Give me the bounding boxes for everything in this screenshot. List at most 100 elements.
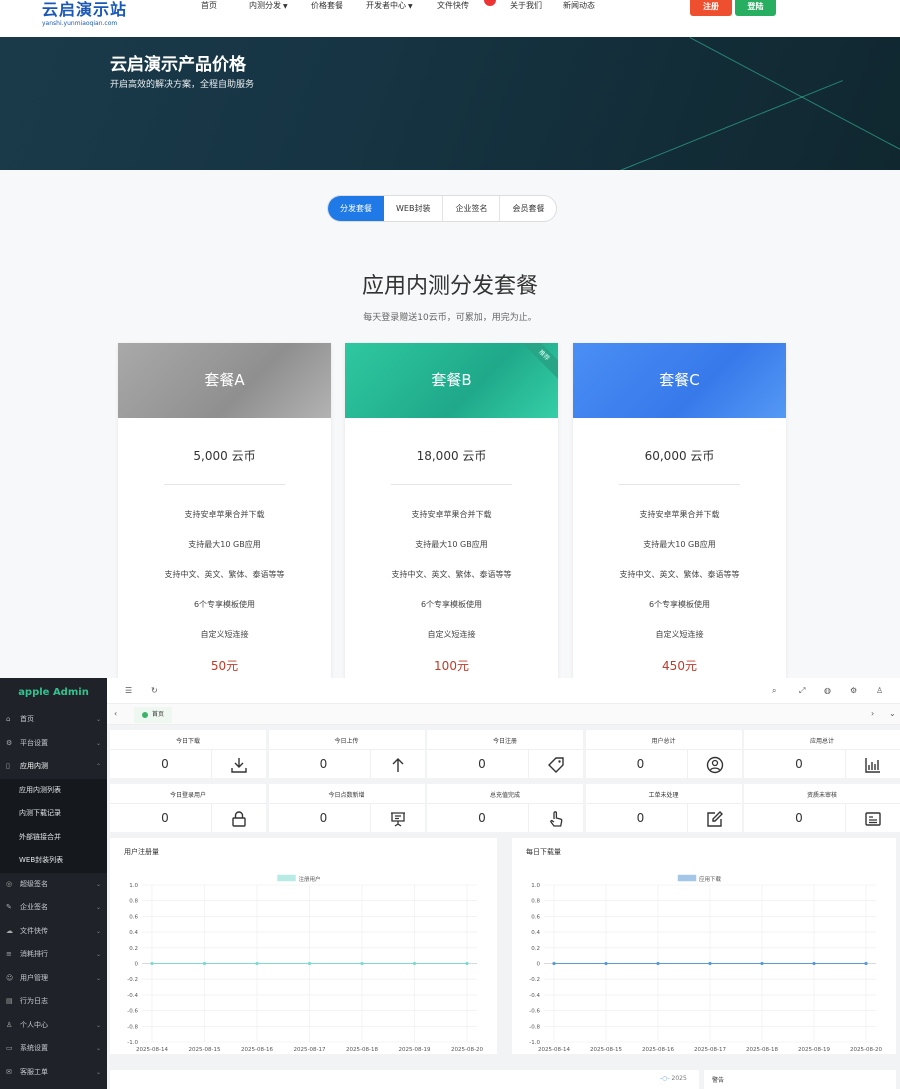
search-icon[interactable]: ⌕	[772, 678, 776, 703]
sidebar-item-platform[interactable]: ⚙ 平台设置 ⌄	[0, 732, 107, 756]
divider	[164, 484, 285, 485]
user-icon[interactable]: ♙	[876, 678, 883, 703]
data-point	[708, 961, 712, 966]
chart-panel-registrations: 用户注册量 注册用户 1.0 0.8 0.6 0.4 0.2 0 -0.2 -0.4 -0.6 -0…	[110, 838, 497, 1054]
legend-swatch	[677, 874, 697, 882]
data-point	[760, 961, 764, 966]
nav-beta-distribution[interactable]: 内测分发 ▼	[249, 0, 288, 13]
refresh-icon[interactable]: ↻	[151, 678, 158, 703]
sidebar-item-profile[interactable]: ♙ 个人中心 ⌄	[0, 1014, 107, 1038]
nav-home[interactable]: 首页	[201, 0, 217, 12]
divider	[391, 484, 512, 485]
x-tick-label: 2025-08-17	[694, 1047, 726, 1053]
person-icon: ♙	[6, 1020, 13, 1029]
sidebar-item-ranking[interactable]: ≡ 消耗排行 ⌄	[0, 943, 107, 967]
chevron-down-icon: ⌄	[95, 904, 101, 911]
chevron-down-icon[interactable]: ⌄	[889, 704, 896, 724]
bottom-chart-panel: -○- 2025	[110, 1070, 699, 1089]
plan-feature: 支持中文、英文、繁体、泰语等等	[391, 570, 512, 579]
y-tick-label: 0.8	[129, 899, 138, 905]
y-tick-label: -0.6	[529, 1009, 540, 1015]
hand-pointer-icon	[528, 804, 583, 832]
settings-icon[interactable]: ⚙	[850, 678, 857, 703]
chevron-right-icon[interactable]: ›	[871, 704, 874, 724]
fullscreen-icon[interactable]: ⤢	[799, 678, 805, 703]
y-tick-label: -0.6	[127, 1009, 138, 1015]
legend-item: -○- 2025	[660, 1075, 687, 1082]
plan-name: 套餐A	[118, 343, 331, 418]
hero-subtitle: 开启高效的解决方案，全程自助服务	[110, 80, 255, 90]
tab-membership[interactable]: 会员套餐	[500, 196, 556, 221]
data-point	[202, 961, 207, 966]
sidebar-item-file-transfer[interactable]: ☁ 文件快传 ⌄	[0, 920, 107, 944]
chevron-down-icon: ⌄	[95, 951, 101, 958]
tab-enterprise-sign[interactable]: 企业签名	[443, 196, 501, 221]
chart-title: 用户注册量	[124, 848, 159, 856]
stat-label: 总充值完成	[489, 792, 520, 799]
login-button[interactable]: 登陆	[735, 0, 776, 16]
chevron-left-icon[interactable]: ‹	[114, 704, 117, 724]
register-button[interactable]: 注册	[690, 0, 732, 16]
sidebar-subitem[interactable]: 外部链接合并	[0, 825, 107, 849]
sidebar-item-beta[interactable]: ▯ 应用内测 ⌃	[0, 755, 107, 779]
menu-toggle-icon[interactable]: ☰	[125, 678, 132, 703]
stat-card: 应用总计 0	[744, 730, 900, 778]
nav-pricing[interactable]: 价格套餐	[311, 0, 343, 12]
data-point	[604, 961, 608, 966]
data-point	[307, 961, 312, 966]
tab-web-wrap[interactable]: WEB封装	[384, 196, 444, 221]
chart-panel-downloads: 每日下载量 应用下载 1.0 0.8 0.6 0.4 0.2 0 -0.2 -0.4 -0.6 -0…	[512, 838, 896, 1054]
stat-value: 0	[795, 811, 803, 825]
tab-home[interactable]: 首页	[134, 707, 173, 723]
edit-icon: ✎	[6, 903, 12, 911]
sidebar-item-logs[interactable]: ▤ 行为日志	[0, 990, 107, 1014]
x-tick-label: 2025-08-14	[136, 1047, 168, 1053]
plan-feature: 自定义短连接	[427, 630, 476, 639]
stat-card: 今日注册 0	[427, 730, 583, 778]
stat-card: 今日上传 0	[268, 730, 425, 778]
x-tick-label: 2025-08-20	[451, 1047, 483, 1053]
y-tick-label: 0.4	[129, 930, 138, 936]
y-tick-label: -0.4	[127, 993, 138, 999]
x-tick-label: 2025-08-17	[294, 1047, 326, 1053]
data-point	[360, 961, 364, 966]
chevron-down-icon: ⌄	[95, 927, 101, 935]
x-tick-label: 2025-08-19	[399, 1047, 431, 1053]
x-tick-label: 2025-08-18	[746, 1047, 778, 1053]
tab-distribution[interactable]: 分发套餐	[328, 196, 384, 221]
sidebar-item-system[interactable]: ▭ 系统设置 ⌄	[0, 1037, 107, 1061]
globe-icon[interactable]: ◍	[824, 678, 831, 703]
ticket-icon: ✉	[6, 1067, 12, 1076]
nav-file-transfer[interactable]: 文件快传	[437, 0, 469, 12]
y-tick-label: -0.8	[529, 1024, 540, 1030]
sidebar-item-label: 用户管理	[20, 973, 48, 982]
recommend-ribbon: 推荐	[518, 343, 558, 382]
sidebar-subitem[interactable]: 内测下载记录	[0, 802, 107, 826]
chevron-down-icon: ⌄	[95, 739, 101, 747]
sidebar-item-enterprise-sign[interactable]: ✎ 企业签名 ⌄	[0, 896, 107, 920]
legend: 注册用户	[277, 874, 321, 883]
sidebar-subitem[interactable]: 应用内测列表	[0, 778, 107, 802]
y-tick-label: -0.2	[529, 977, 540, 983]
sidebar-item-home[interactable]: ⌂ 首页 ⌄	[0, 708, 107, 732]
sidebar-item-users[interactable]: ☺ 用户管理 ⌄	[0, 967, 107, 991]
sidebar-item-tickets[interactable]: ✉ 客服工单 ⌄	[0, 1061, 107, 1085]
y-tick-label: 0.2	[531, 946, 540, 952]
legend-label: 2025	[671, 1075, 687, 1082]
nav-developer[interactable]: 开发者中心 ▼	[366, 0, 413, 13]
user-circle-icon	[686, 750, 742, 778]
nav-about[interactable]: 关于我们	[510, 0, 542, 12]
stat-label: 今日登录用户	[169, 792, 206, 799]
nav-news[interactable]: 新闻动态	[563, 0, 595, 12]
sidebar-item-super-sign[interactable]: ◎ 超级签名 ⌄	[0, 873, 107, 897]
sidebar-item-label: 文件快传	[20, 926, 48, 935]
sidebar-subitem[interactable]: WEB封装列表	[0, 849, 107, 873]
downloads-chart: 应用下载 1.0 0.8 0.6 0.4 0.2 0 -0.2 -0.4 -0.6 -0.8 -1.0…	[529, 874, 882, 1053]
nav-label: 开发者中心	[366, 1, 406, 10]
plan-feature: 支持最大10 GB应用	[415, 540, 488, 549]
plan-cost: 100元	[434, 659, 469, 673]
site-logo[interactable]: 云启演示站 yanshi.yunmiaoqian.com	[42, 0, 127, 28]
plan-card-b: 套餐B 推荐 18,000 云币 支持安卓苹果合并下载 支持最大10 GB应用 …	[345, 343, 558, 683]
chart-title: 每日下载量	[526, 848, 561, 856]
data-point	[465, 961, 469, 966]
